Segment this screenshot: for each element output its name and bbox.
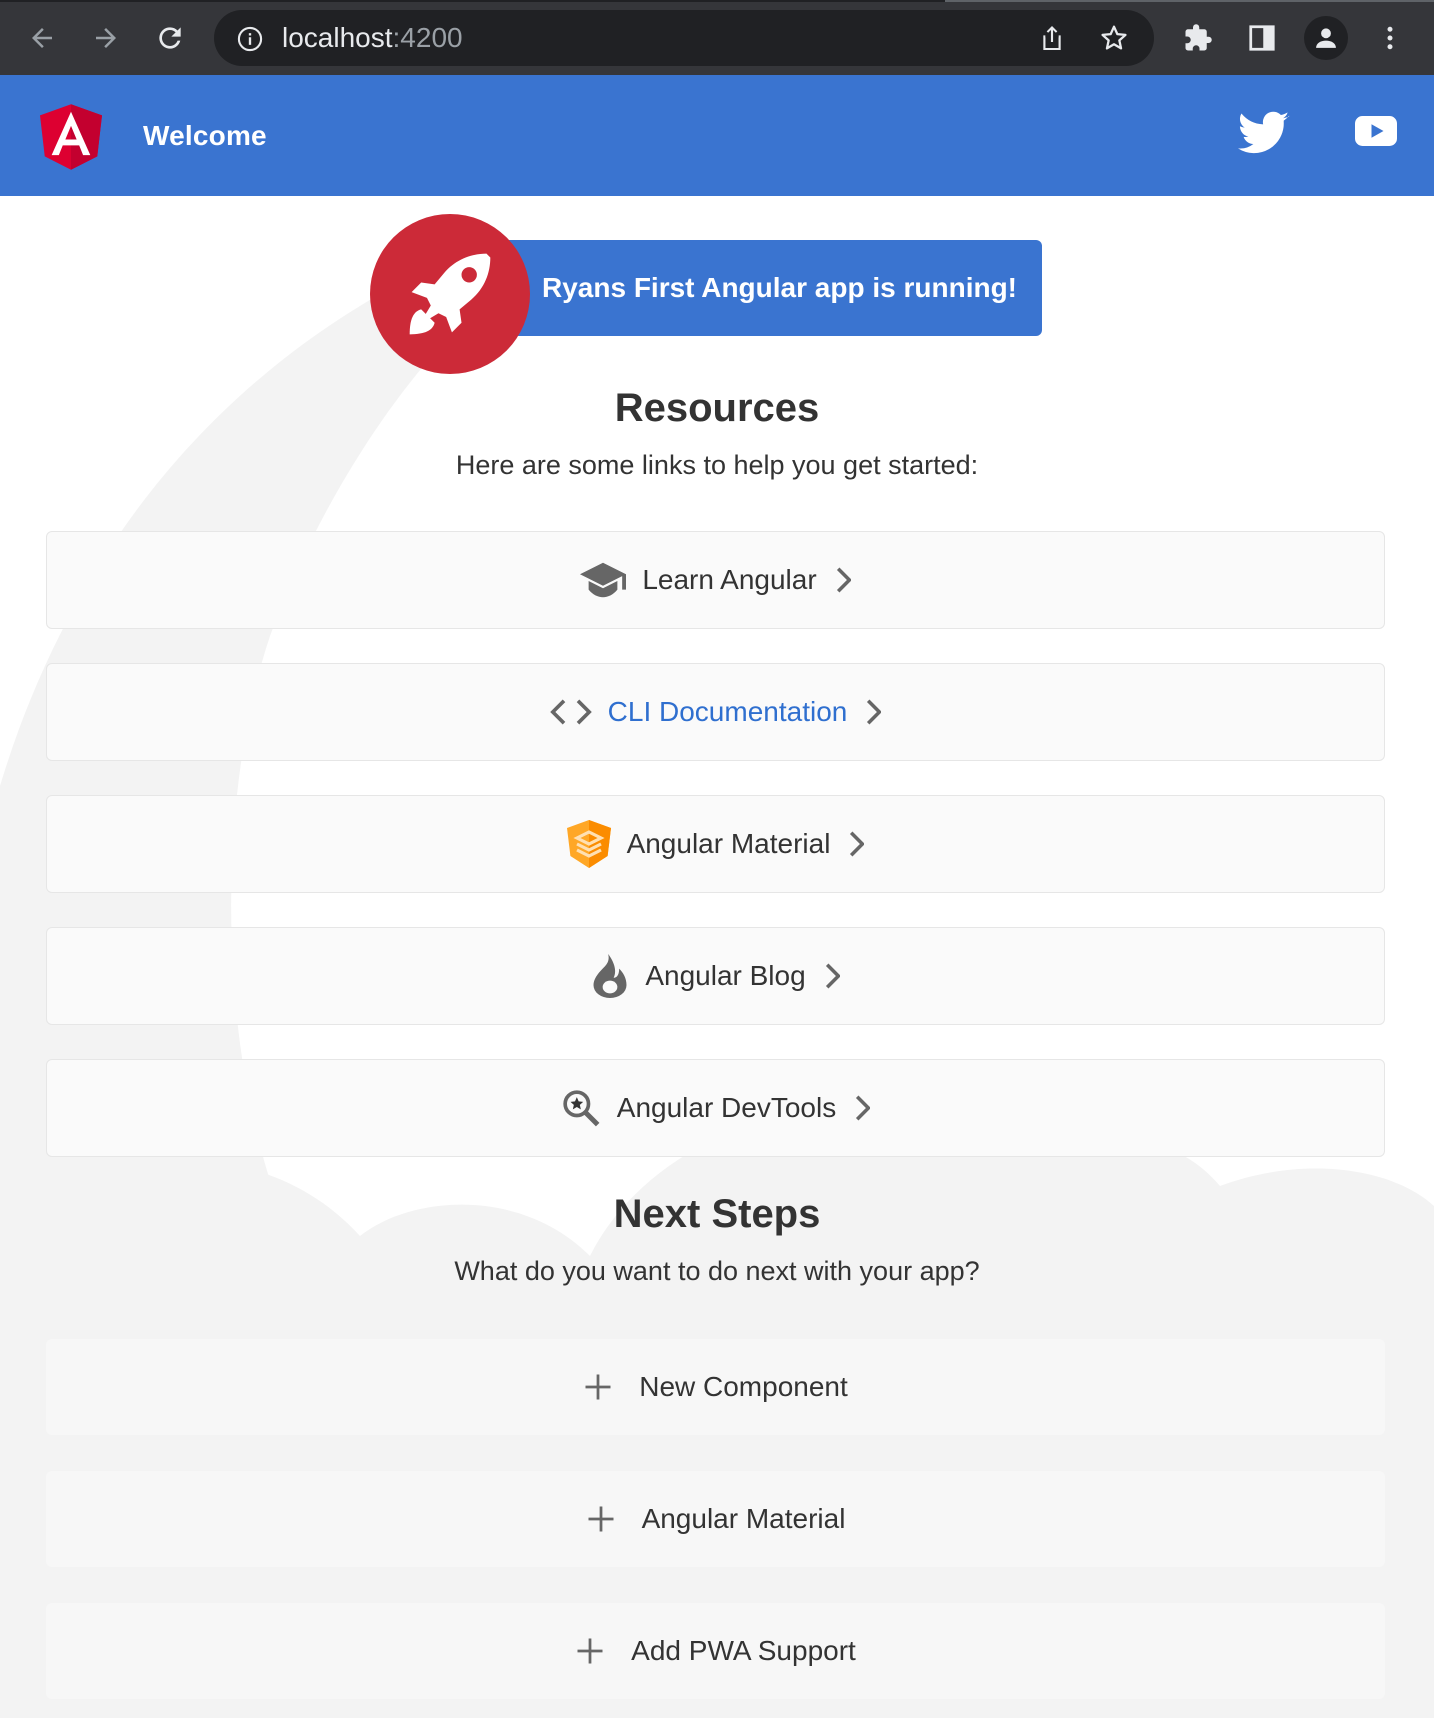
- banner-text: Ryans First Angular app is running!: [542, 272, 1018, 303]
- angular-blog-card[interactable]: Angular Blog: [46, 927, 1385, 1025]
- new-component-card[interactable]: New Component: [46, 1339, 1385, 1435]
- back-button[interactable]: [18, 14, 66, 62]
- rocket-badge: [370, 214, 530, 374]
- angular-devtools-card[interactable]: Angular DevTools: [46, 1059, 1385, 1157]
- flame-icon: [591, 954, 629, 998]
- rocket-icon: [409, 253, 491, 335]
- url-host: localhost: [282, 22, 393, 53]
- url-port: :4200: [392, 22, 463, 53]
- url-text[interactable]: localhost:4200: [282, 10, 463, 66]
- code-brackets-icon: [549, 698, 592, 726]
- forward-button[interactable]: [82, 14, 130, 62]
- plus-icon: [575, 1636, 605, 1666]
- angular-material-icon: [566, 820, 611, 868]
- profile-button[interactable]: [1302, 14, 1350, 62]
- site-info-icon[interactable]: [236, 25, 264, 58]
- resources-title: Resources: [614, 386, 820, 430]
- kebab-menu-icon: [1387, 26, 1393, 50]
- chevron-right-icon: [848, 831, 865, 857]
- learn-angular-card[interactable]: Learn Angular: [46, 531, 1385, 629]
- reload-button[interactable]: [146, 14, 194, 62]
- twitter-icon[interactable]: [1238, 110, 1290, 161]
- share-icon[interactable]: [1036, 22, 1068, 59]
- card-label: Angular Blog: [645, 960, 806, 991]
- chevron-right-icon: [865, 699, 882, 725]
- next-steps-subtitle: What do you want to do next with your ap…: [454, 1256, 980, 1286]
- cli-documentation-card[interactable]: CLI Documentation: [46, 663, 1385, 761]
- devtools-magnifier-icon: [561, 1088, 601, 1128]
- extensions-button[interactable]: [1174, 14, 1222, 62]
- youtube-icon[interactable]: [1355, 115, 1397, 152]
- address-bar[interactable]: localhost:4200: [214, 10, 1154, 66]
- bookmark-star-icon[interactable]: [1098, 22, 1130, 59]
- card-label: Angular DevTools: [616, 1092, 837, 1123]
- next-steps-title: Next Steps: [613, 1192, 821, 1236]
- puzzle-icon: [1185, 24, 1212, 51]
- person-icon: [1316, 28, 1336, 48]
- resources-subtitle: Here are some links to help you get star…: [455, 450, 979, 480]
- arrow-right-icon: [96, 28, 116, 48]
- chevron-right-icon: [835, 567, 851, 593]
- graduation-cap-icon: [580, 562, 627, 598]
- running-banner: Ryans First Angular app is running!: [480, 240, 1042, 336]
- card-label: Angular Material: [626, 828, 831, 859]
- chevron-right-icon: [824, 963, 840, 989]
- card-label: Learn Angular: [642, 564, 817, 595]
- browser-menu-button[interactable]: [1366, 14, 1414, 62]
- card-label: Angular Material: [641, 1503, 846, 1534]
- side-panel-button[interactable]: [1238, 14, 1286, 62]
- card-label: New Component: [639, 1371, 848, 1402]
- side-panel-icon: [1249, 25, 1275, 51]
- browser-chrome: localhost:4200: [0, 0, 1434, 75]
- add-angular-material-card[interactable]: Angular Material: [46, 1471, 1385, 1567]
- plus-icon: [586, 1504, 616, 1534]
- toolbar-title: Welcome: [143, 120, 267, 151]
- angular-logo-icon: [40, 104, 102, 175]
- arrow-left-icon: [32, 28, 52, 48]
- tab-strip-edge-active: [945, 0, 1434, 2]
- avatar: [1304, 16, 1348, 60]
- add-pwa-support-card[interactable]: Add PWA Support: [46, 1603, 1385, 1699]
- plus-icon: [583, 1372, 613, 1402]
- reload-icon: [159, 27, 181, 49]
- app-toolbar: Welcome: [0, 75, 1434, 196]
- chevron-right-icon: [854, 1095, 871, 1121]
- angular-material-card[interactable]: Angular Material: [46, 795, 1385, 893]
- main-content: Ryans First Angular app is running! Reso…: [0, 196, 1434, 1718]
- card-label: Add PWA Support: [631, 1635, 856, 1666]
- card-label: CLI Documentation: [607, 696, 848, 727]
